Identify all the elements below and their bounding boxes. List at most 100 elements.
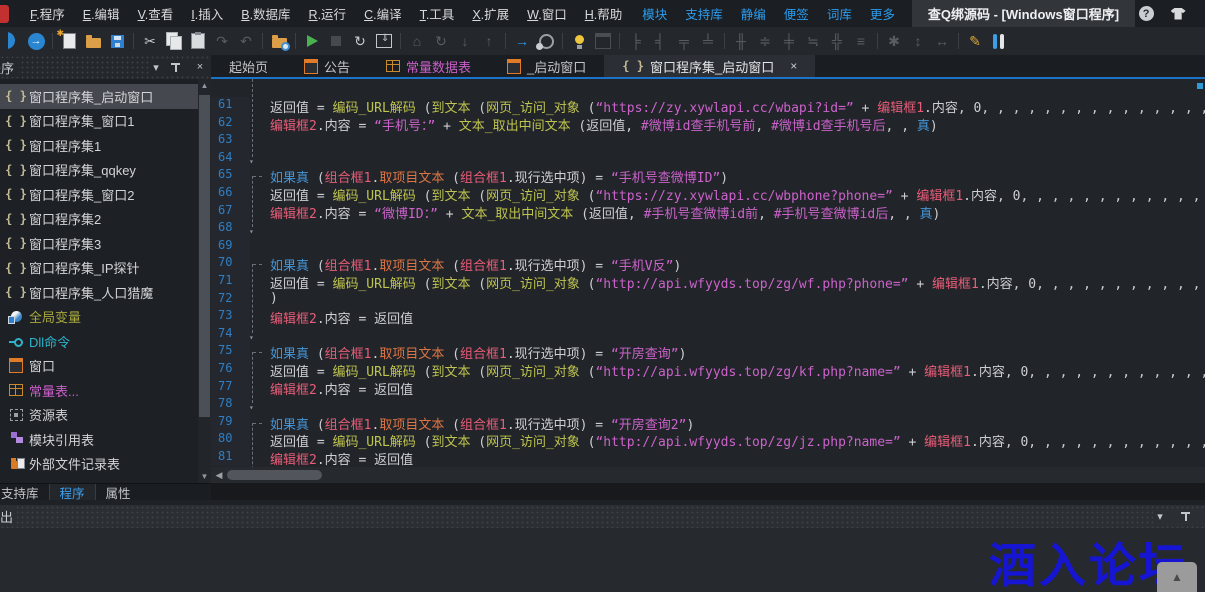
title-link-3[interactable]: 便签 xyxy=(777,1,816,26)
distribute-horizontal-button[interactable]: ╬ xyxy=(825,30,849,52)
menu-b[interactable]: B.数据库 xyxy=(234,1,297,26)
tree-item-4[interactable]: { }窗口程序集_窗口2 xyxy=(0,182,211,207)
align-top-button[interactable]: ╤ xyxy=(672,30,696,52)
menu-h[interactable]: H.帮助 xyxy=(578,1,630,26)
tab-4-active[interactable]: { }窗口程序集_启动窗口× xyxy=(604,55,815,77)
sidebar-scrollbar[interactable]: ▲ ▼ xyxy=(198,79,211,483)
tab-3[interactable]: _启动窗口 xyxy=(489,55,604,77)
title-link-1[interactable]: 支持库 xyxy=(678,1,730,26)
panel-tab-0[interactable]: 支持库 xyxy=(0,484,49,501)
nav-back-button[interactable] xyxy=(0,30,24,52)
tree-item-2[interactable]: { }窗口程序集1 xyxy=(0,133,211,158)
code-line[interactable]: 63 xyxy=(211,132,1205,150)
editor-hscrollbar[interactable]: ◀ xyxy=(211,467,1205,483)
code-line[interactable]: 68 xyxy=(211,220,1205,238)
panel-tab-1[interactable]: 程序 xyxy=(49,484,96,501)
code-line[interactable]: 65如果真 (组合框1.取项目文本 (组合框1.现行选中项) = “手机号查微博… xyxy=(211,167,1205,185)
form-preview-button[interactable]: ⌂ xyxy=(405,30,429,52)
save-button[interactable] xyxy=(105,30,129,52)
tree-item-0[interactable]: { }窗口程序集_启动窗口 xyxy=(0,84,211,109)
menu-f[interactable]: F.程序 xyxy=(23,1,72,26)
nav-forward-button[interactable]: → xyxy=(24,30,48,52)
color-picker-button[interactable]: ✎ xyxy=(963,30,987,52)
stop-button[interactable] xyxy=(324,30,348,52)
menu-v[interactable]: V.查看 xyxy=(131,1,181,26)
menu-x[interactable]: X.扩展 xyxy=(465,1,516,26)
tips-bulb-button[interactable] xyxy=(567,30,591,52)
undo-button[interactable]: ↶ xyxy=(234,30,258,52)
code-line[interactable]: 79如果真 (组合框1.取项目文本 (组合框1.现行选中项) = “开房查询2”… xyxy=(211,414,1205,432)
settings-gear-button[interactable]: ⚙ xyxy=(1199,4,1205,24)
tree-item-1[interactable]: { }窗口程序集_窗口1 xyxy=(0,109,211,134)
code-line[interactable]: 76返回值 = 编码_URL解码 (到文本 (网页_访问_对象 (“http:/… xyxy=(211,361,1205,379)
panel-tab-2[interactable]: 属性 xyxy=(96,484,141,501)
panel-close-icon[interactable]: × xyxy=(193,61,207,73)
panel-dropdown-icon[interactable]: ▾ xyxy=(149,61,163,74)
center-vertical-button[interactable]: ≒ xyxy=(801,30,825,52)
goto-line-button[interactable]: → xyxy=(510,30,534,52)
same-width-button[interactable]: ↔ xyxy=(930,30,954,52)
menu-i[interactable]: I.插入 xyxy=(184,1,230,26)
panel-pin-icon[interactable] xyxy=(171,62,185,73)
align-bottom-button[interactable]: ╧ xyxy=(696,30,720,52)
compile-button[interactable] xyxy=(372,30,396,52)
code-line[interactable]: 78 xyxy=(211,396,1205,414)
tree-item-11[interactable]: 窗口 xyxy=(0,354,211,379)
code-line[interactable]: 71返回值 = 编码_URL解码 (到文本 (网页_访问_对象 (“http:/… xyxy=(211,273,1205,291)
record-button[interactable] xyxy=(534,30,558,52)
code-line[interactable]: 69 xyxy=(211,238,1205,256)
redo-button[interactable]: ↷ xyxy=(210,30,234,52)
title-link-0[interactable]: 模块 xyxy=(635,1,674,26)
scroll-up-icon[interactable]: ▲ xyxy=(198,79,211,92)
same-height-button[interactable]: ↕ xyxy=(906,30,930,52)
distribute-vertical-button[interactable]: ≡ xyxy=(849,30,873,52)
title-link-5[interactable]: 更多 xyxy=(863,1,902,26)
tree-item-7[interactable]: { }窗口程序集_IP探针 xyxy=(0,256,211,281)
code-line[interactable]: 61返回值 = 编码_URL解码 (到文本 (网页_访问_对象 (“https:… xyxy=(211,97,1205,115)
menu-w[interactable]: W.窗口 xyxy=(520,1,574,26)
copy-button[interactable] xyxy=(162,30,186,52)
tree-item-8[interactable]: { }窗口程序集_人口猎魔 xyxy=(0,280,211,305)
align-right-button[interactable]: ╡ xyxy=(648,30,672,52)
menu-r[interactable]: R.运行 xyxy=(302,1,354,26)
run-button[interactable] xyxy=(300,30,324,52)
cut-button[interactable]: ✂ xyxy=(138,30,162,52)
center-horizontal-button[interactable]: ╪ xyxy=(777,30,801,52)
editor-hscrollbar-thumb[interactable] xyxy=(227,470,322,480)
refresh-button[interactable]: ↻ xyxy=(429,30,453,52)
tab-close-icon[interactable]: × xyxy=(790,59,797,73)
code-line[interactable]: 70如果真 (组合框1.取项目文本 (组合框1.现行选中项) = “手机V反”) xyxy=(211,255,1205,273)
code-line[interactable]: 77编辑框2.内容 = 返回值 xyxy=(211,379,1205,397)
tab-1[interactable]: 公告 xyxy=(286,55,368,77)
tree-item-5[interactable]: { }窗口程序集2 xyxy=(0,207,211,232)
tree-item-3[interactable]: { }窗口程序集_qqkey xyxy=(0,158,211,183)
code-line[interactable]: 64 xyxy=(211,150,1205,168)
step-down-button[interactable]: ↓ xyxy=(453,30,477,52)
output-pin-icon[interactable] xyxy=(1181,511,1195,522)
menu-t[interactable]: T.工具 xyxy=(413,1,462,26)
space-vertical-button[interactable]: ≑ xyxy=(753,30,777,52)
new-file-button[interactable] xyxy=(57,30,81,52)
title-link-4[interactable]: 词库 xyxy=(820,1,859,26)
restart-button[interactable]: ↻ xyxy=(348,30,372,52)
scroll-down-icon[interactable]: ▼ xyxy=(198,470,211,483)
paste-button[interactable] xyxy=(186,30,210,52)
code-line[interactable]: 62编辑框2.内容 = “手机号：” + 文本_取出中间文本 (返回值, #微博… xyxy=(211,115,1205,133)
tree-item-12[interactable]: 常量表... xyxy=(0,378,211,403)
theme-shirt-button[interactable] xyxy=(1167,4,1189,24)
same-size-button[interactable]: ✱ xyxy=(882,30,906,52)
code-line[interactable]: 73编辑框2.内容 = 返回值 xyxy=(211,308,1205,326)
options-tools-button[interactable] xyxy=(987,30,1011,52)
tab-2[interactable]: 常量数据表 xyxy=(368,55,489,77)
code-line[interactable]: 81编辑框2.内容 = 返回值 xyxy=(211,449,1205,467)
code-line[interactable]: 75如果真 (组合框1.取项目文本 (组合框1.现行选中项) = “开房查询”) xyxy=(211,343,1205,361)
tree-item-14[interactable]: 模块引用表 xyxy=(0,427,211,452)
find-in-files-button[interactable] xyxy=(267,30,291,52)
code-line[interactable]: 67编辑框2.内容 = “微博ID：” + 文本_取出中间文本 (返回值, #手… xyxy=(211,203,1205,221)
sidebar-scrollbar-thumb[interactable] xyxy=(199,95,210,417)
menu-c[interactable]: C.编译 xyxy=(357,1,409,26)
tree-item-9[interactable]: 全局变量 xyxy=(0,305,211,330)
help-button[interactable]: ? xyxy=(1135,4,1157,24)
space-horizontal-button[interactable]: ╫ xyxy=(729,30,753,52)
code-line[interactable]: 72) xyxy=(211,291,1205,309)
